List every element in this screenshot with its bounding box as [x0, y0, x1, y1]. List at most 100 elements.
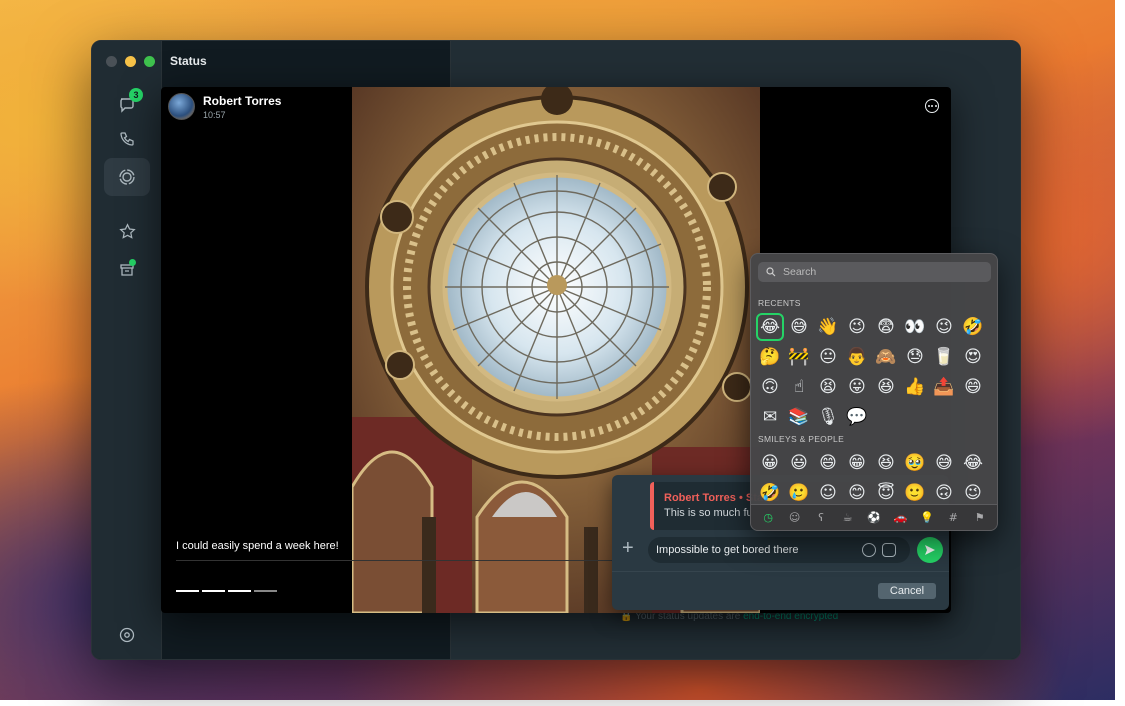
emoji-item[interactable]: 🙃 — [932, 481, 956, 505]
smileys-label: SMILEYS & PEOPLE — [758, 434, 845, 444]
emoji-item[interactable]: 🤣 — [758, 481, 782, 505]
ball-icon[interactable]: ⚽ — [867, 511, 881, 525]
emoji-picker: RECENTS 😂😅👋😉😨👀😉🤣🤔🚧😐👨🙈😓🥛😍🙃☝😫😛😆👍📤😄✉📚🎙💬 SMI… — [750, 253, 998, 531]
emoji-item[interactable]: 📤 — [932, 375, 956, 399]
emoji-item[interactable]: 😂 — [756, 313, 784, 341]
status-time: 10:57 — [203, 109, 226, 120]
emoji-item[interactable]: 😅 — [932, 451, 956, 475]
zoom-window-button[interactable] — [144, 56, 155, 67]
emoji-item[interactable]: 🎙 — [816, 405, 840, 429]
emoji-item[interactable]: 😁 — [845, 451, 869, 475]
car-icon[interactable]: 🚗 — [893, 511, 908, 525]
emoji-item[interactable]: 👨 — [845, 345, 869, 369]
window-controls — [106, 56, 155, 67]
emoji-item[interactable]: 😍 — [961, 345, 985, 369]
emoji-item[interactable]: 😊 — [845, 481, 869, 505]
emoji-item[interactable]: 😓 — [903, 345, 927, 369]
more-options-icon[interactable] — [925, 99, 939, 113]
emoji-item[interactable]: 👀 — [903, 315, 927, 339]
emoji-item[interactable]: 💬 — [845, 405, 869, 429]
sticker-icon[interactable] — [882, 543, 896, 557]
rail-settings[interactable] — [104, 616, 150, 654]
emoji-item[interactable]: 😛 — [845, 375, 869, 399]
rail-starred[interactable] — [104, 212, 150, 250]
cup-icon[interactable]: ☕ — [841, 511, 855, 525]
progress-segment — [202, 590, 225, 592]
smileys-grid: 😀 😃 😄 😁 😆 🥹 😅 😂 🤣 🥲 ☺ 😊 😇 🙂 🙃 😉 — [758, 451, 990, 505]
archived-dot-badge — [129, 259, 136, 266]
emoji-item[interactable]: 😉 — [932, 315, 956, 339]
symbols-icon[interactable]: # — [946, 511, 960, 525]
emoji-item[interactable]: 😆 — [874, 451, 898, 475]
bear-icon[interactable]: ʕ — [814, 511, 828, 525]
emoji-item[interactable]: ☝ — [787, 375, 811, 399]
smiley-icon[interactable]: ☺ — [788, 511, 802, 525]
emoji-item[interactable]: 👍 — [903, 375, 927, 399]
reply-input[interactable] — [656, 544, 856, 556]
emoji-search-input[interactable] — [783, 266, 983, 278]
send-icon — [925, 545, 935, 555]
rail-chats[interactable]: 3 — [104, 85, 150, 123]
emoji-item[interactable]: 😇 — [874, 481, 898, 505]
status-icon — [119, 169, 135, 185]
emoji-item[interactable]: ☺ — [816, 481, 840, 505]
emoji-item[interactable]: ✉ — [758, 405, 782, 429]
bulb-icon[interactable]: 💡 — [920, 511, 934, 525]
rail-calls[interactable] — [104, 120, 150, 158]
progress-segment — [176, 590, 199, 592]
attach-plus-icon[interactable]: + — [622, 538, 638, 558]
emoji-item[interactable]: 🙃 — [758, 375, 782, 399]
emoji-item[interactable]: 🤔 — [758, 345, 782, 369]
emoji-item[interactable]: 😄 — [961, 375, 985, 399]
emoji-item[interactable]: 📚 — [787, 405, 811, 429]
emoji-item[interactable]: 🚧 — [787, 345, 811, 369]
emoji-search-field[interactable] — [758, 262, 991, 282]
send-button[interactable] — [917, 537, 943, 563]
panel-title: Status — [170, 54, 207, 68]
progress-segment — [228, 590, 251, 592]
recents-grid: 😂 😅 👋 😉 😨 👀 😉 🤣 🤔 🚧 😐 👨 🙈 😓 🥛 😍 🙃 ☝ 😫 😛 😆 👍 📤 😄 ✉ 📚 🎙 💬 — [756, 313, 990, 429]
emoji-item[interactable]: 😂 — [961, 451, 985, 475]
nav-rail: 3 — [92, 41, 162, 659]
emoji-icon[interactable] — [862, 543, 876, 557]
emoji-item[interactable]: 🥛 — [932, 345, 956, 369]
status-progress — [176, 590, 277, 592]
caption-divider — [176, 560, 616, 561]
rail-archived[interactable] — [104, 251, 150, 289]
screen-edge-right — [1115, 0, 1125, 706]
emoji-item[interactable]: 😃 — [787, 451, 811, 475]
emoji-category-tabs: ◷ ☺ ʕ ☕ ⚽ 🚗 💡 # ⚑ — [751, 504, 997, 530]
search-icon — [766, 267, 776, 277]
emoji-item[interactable]: 🙈 — [874, 345, 898, 369]
flag-icon[interactable]: ⚑ — [973, 511, 987, 525]
settings-icon — [119, 627, 135, 643]
progress-segment — [254, 590, 277, 592]
screen-edge-bottom — [0, 700, 1125, 706]
close-window-button[interactable] — [106, 56, 117, 67]
emoji-item[interactable]: 😫 — [816, 375, 840, 399]
emoji-item[interactable]: 😉 — [961, 481, 985, 505]
clock-icon[interactable]: ◷ — [761, 511, 775, 525]
reply-input-container — [648, 537, 910, 563]
emoji-item[interactable]: 👋 — [816, 315, 840, 339]
recents-label: RECENTS — [758, 298, 801, 308]
composer-divider — [612, 571, 949, 572]
emoji-item[interactable]: 😉 — [845, 315, 869, 339]
contact-name: Robert Torres — [203, 93, 282, 108]
emoji-item[interactable]: 😅 — [787, 315, 811, 339]
phone-icon — [120, 132, 134, 146]
emoji-item[interactable]: 🙂 — [903, 481, 927, 505]
emoji-item[interactable]: 😄 — [816, 451, 840, 475]
cancel-button[interactable]: Cancel — [878, 583, 936, 599]
emoji-item[interactable]: 😨 — [874, 315, 898, 339]
emoji-item[interactable]: 😐 — [816, 345, 840, 369]
status-header: Robert Torres 10:57 — [168, 93, 281, 120]
emoji-item[interactable]: 🥹 — [903, 451, 927, 475]
rail-status[interactable] — [104, 158, 150, 196]
minimize-window-button[interactable] — [125, 56, 136, 67]
emoji-item[interactable]: 🤣 — [961, 315, 985, 339]
avatar[interactable] — [168, 93, 195, 120]
emoji-item[interactable]: 😆 — [874, 375, 898, 399]
emoji-item[interactable]: 🥲 — [787, 481, 811, 505]
emoji-item[interactable]: 😀 — [758, 451, 782, 475]
